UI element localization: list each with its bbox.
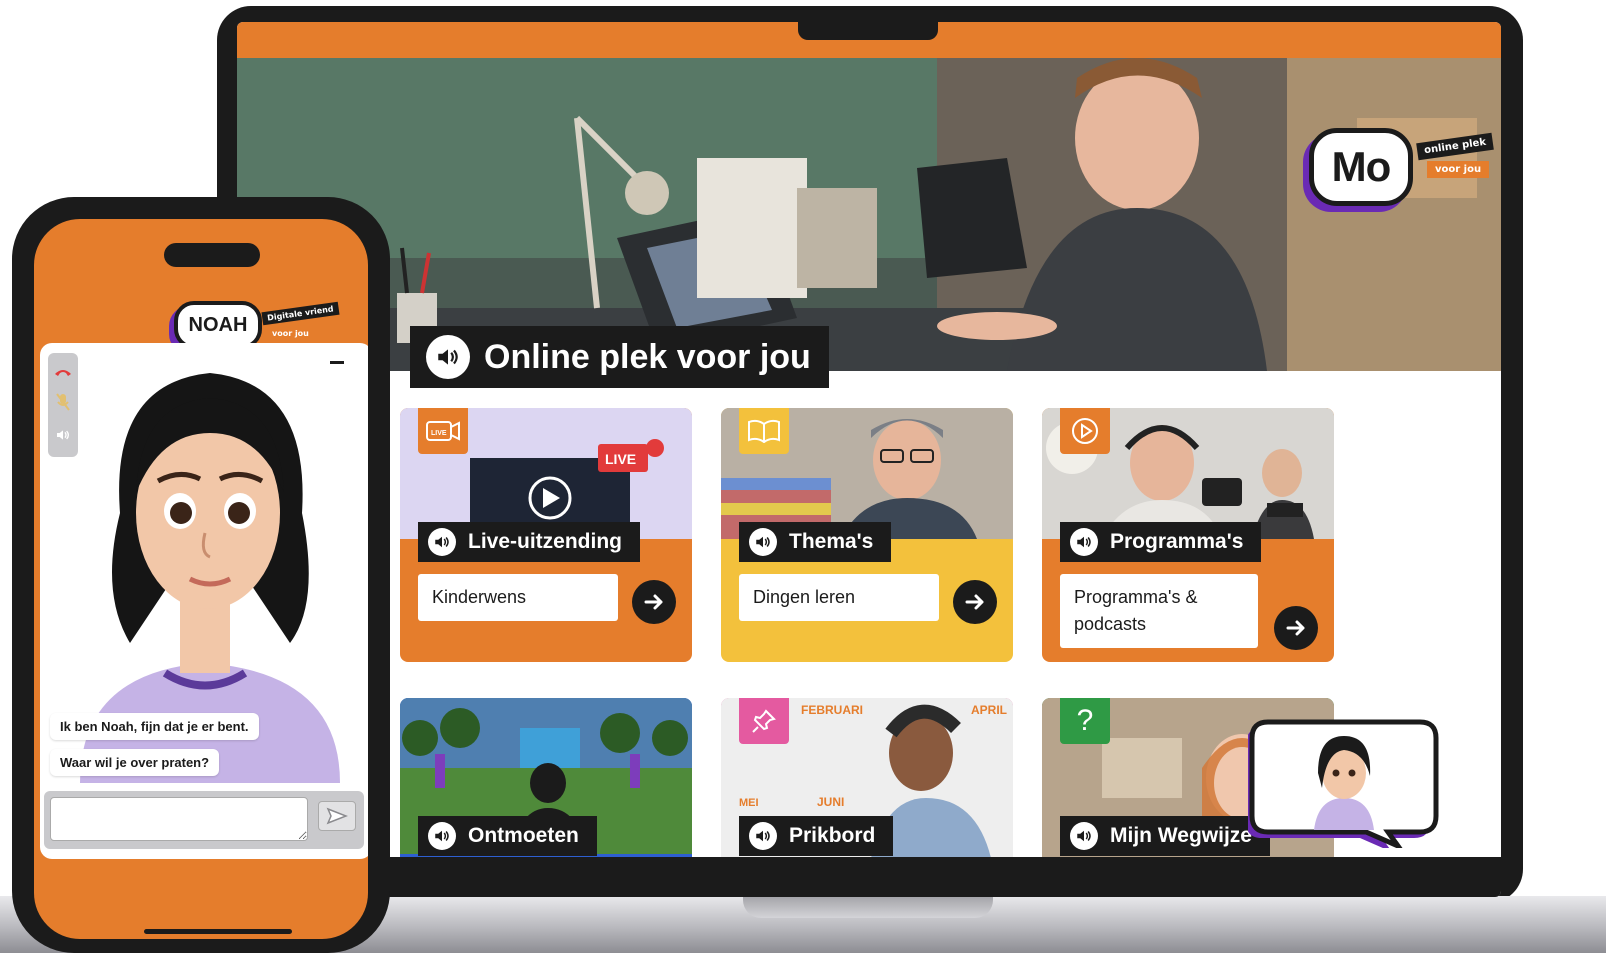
arrow-right-icon[interactable] xyxy=(632,580,676,624)
play-circle-icon xyxy=(1060,408,1110,454)
speaker-icon[interactable] xyxy=(749,822,777,850)
noah-logo-tag-top: Digitale vriend xyxy=(261,301,340,326)
screen-footer xyxy=(237,857,1501,897)
camera-notch xyxy=(798,18,938,40)
card-subtitle[interactable]: Kinderwens xyxy=(418,574,618,621)
phone-dynamic-island xyxy=(164,243,260,267)
hero-title-text: Online plek voor jou xyxy=(484,337,811,376)
live-badge-text: LIVE xyxy=(605,451,636,467)
chat-input-row xyxy=(44,791,364,849)
speaker-icon[interactable] xyxy=(426,335,470,379)
mo-logo[interactable]: Mo online plek voor jou xyxy=(1309,128,1499,220)
book-icon xyxy=(739,408,789,454)
tile-title: Prikbord xyxy=(789,824,876,847)
mo-logo-text: Mo xyxy=(1331,143,1392,190)
hero-photo: Mo online plek voor jou xyxy=(237,58,1501,371)
phone-screen: NOAH Digitale vriend voor jou Ik ben Noa… xyxy=(34,219,368,939)
send-button[interactable] xyxy=(318,801,356,831)
noah-logo-text: NOAH xyxy=(188,313,248,336)
calendar-label-feb: FEBRUARI xyxy=(801,703,863,717)
card-label: Live-uitzending xyxy=(418,522,640,562)
call-controls xyxy=(48,353,78,457)
chat-message: Waar wil je over praten? xyxy=(50,749,220,776)
calendar-label-apr: APRIL xyxy=(971,703,1007,717)
mo-logo-bubble: Mo xyxy=(1309,128,1413,206)
card-subtitle[interactable]: Programma's & podcasts xyxy=(1060,574,1258,648)
tile-title: Ontmoeten xyxy=(468,824,579,847)
question-icon: ? xyxy=(1060,698,1110,744)
question-mark-text: ? xyxy=(1076,704,1094,737)
home-indicator xyxy=(144,929,292,934)
card-subtitle[interactable]: Dingen leren xyxy=(739,574,939,621)
card-title: Programma's xyxy=(1110,530,1244,553)
mo-logo-tag-bottom: voor jou xyxy=(1427,161,1490,178)
card-title: Thema's xyxy=(789,530,874,553)
hang-up-icon[interactable] xyxy=(54,367,72,377)
arrow-right-icon[interactable] xyxy=(1274,606,1318,650)
chat-message: Ik ben Noah, fijn dat je er bent. xyxy=(50,713,259,740)
tile-title: Mijn Wegwijze xyxy=(1110,824,1252,847)
card-title: Live-uitzending xyxy=(468,530,622,553)
tile-ontmoeten[interactable]: Ontmoeten xyxy=(400,698,692,858)
send-icon xyxy=(326,807,348,825)
laptop-base-lip xyxy=(743,896,993,918)
speaker-icon[interactable] xyxy=(749,528,777,556)
tile-label: Prikbord xyxy=(739,816,894,856)
speaker-icon[interactable] xyxy=(1070,528,1098,556)
card-themas[interactable]: Thema's Dingen leren xyxy=(721,408,1013,662)
volume-icon[interactable] xyxy=(54,427,72,443)
noah-logo-tag-bottom: voor jou xyxy=(266,327,315,340)
arrow-right-icon[interactable] xyxy=(953,580,997,624)
card-live-uitzending[interactable]: LIVE LIVE Live-uitzending Kinderwens xyxy=(400,408,692,662)
marketing-stage: Mo online plek voor jou Online plek voor… xyxy=(0,0,1606,953)
hero-title: Online plek voor jou xyxy=(410,326,829,388)
speaker-icon[interactable] xyxy=(428,822,456,850)
mo-logo-tag-top: online plek xyxy=(1416,132,1495,161)
pin-icon xyxy=(739,698,789,744)
chat-input[interactable] xyxy=(50,797,308,841)
card-label: Programma's xyxy=(1060,522,1262,562)
calendar-label-jun: JUNI xyxy=(817,795,844,809)
svg-text:LIVE: LIVE xyxy=(431,430,447,437)
speaker-icon[interactable] xyxy=(1070,822,1098,850)
tile-label: Mijn Wegwijze xyxy=(1060,816,1270,856)
card-programmas[interactable]: Programma's Programma's & podcasts xyxy=(1042,408,1334,662)
minimize-button[interactable] xyxy=(330,361,344,364)
mic-muted-icon[interactable] xyxy=(56,393,70,411)
calendar-label-mei: MEI xyxy=(739,797,759,809)
phone-frame: NOAH Digitale vriend voor jou Ik ben Noa… xyxy=(12,197,390,953)
noah-logo-bubble: NOAH xyxy=(174,301,262,349)
live-camera-icon: LIVE xyxy=(418,408,468,454)
card-label: Thema's xyxy=(739,522,892,562)
chat-window: Ik ben Noah, fijn dat je er bent. Waar w… xyxy=(40,343,368,859)
speaker-icon[interactable] xyxy=(428,528,456,556)
tile-label: Ontmoeten xyxy=(418,816,597,856)
tile-prikbord[interactable]: FEBRUARI APRIL MEI JUNI Prikbord xyxy=(721,698,1013,858)
assistant-avatar-bubble[interactable] xyxy=(1248,718,1440,848)
